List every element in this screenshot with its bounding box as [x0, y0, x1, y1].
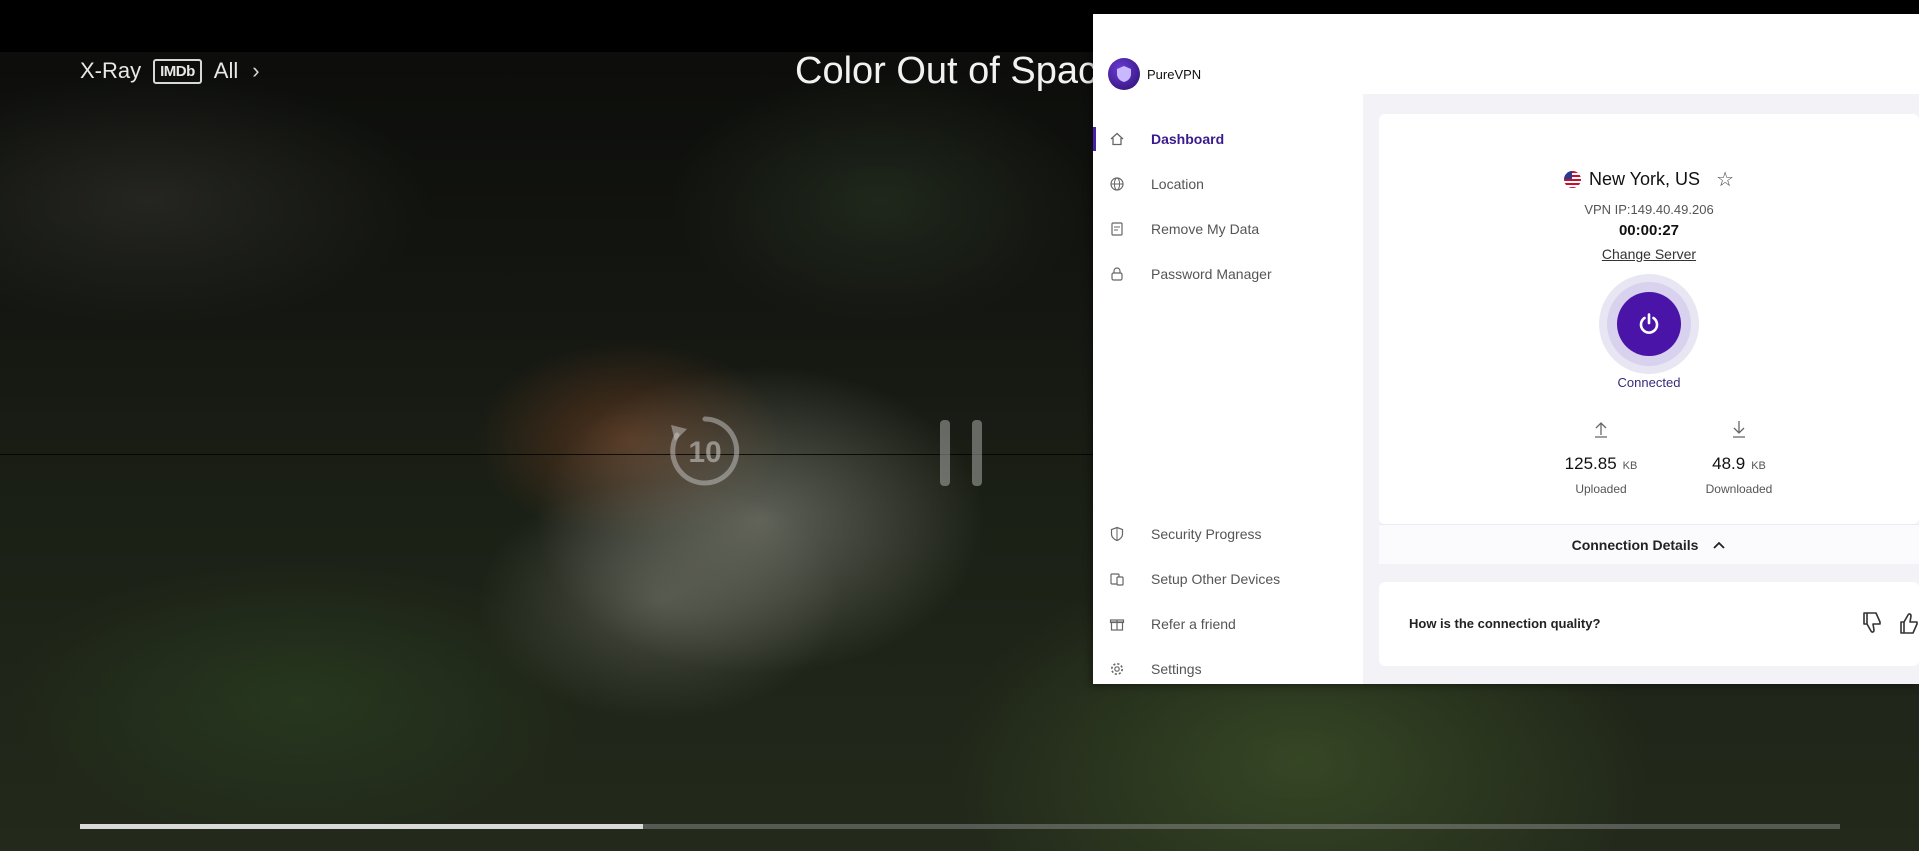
sidebar-item-remove-my-data[interactable]: Remove My Data	[1093, 211, 1363, 247]
sidebar-item-label: Security Progress	[1151, 526, 1262, 542]
favorite-star-icon[interactable]: ☆	[1716, 167, 1734, 192]
globe-icon	[1110, 177, 1124, 191]
connection-quality-question: How is the connection quality?	[1409, 616, 1601, 631]
vpn-sidebar: Dashboard Location Remove My Data Passwo…	[1093, 104, 1363, 684]
sidebar-item-password-manager[interactable]: Password Manager	[1093, 256, 1363, 292]
sidebar-item-setup-other-devices[interactable]: Setup Other Devices	[1093, 561, 1363, 597]
downloaded-label: Downloaded	[1705, 482, 1773, 496]
upload-arrow-icon	[1541, 420, 1661, 440]
xray-all-label: All	[213, 58, 239, 83]
sidebar-item-label: Refer a friend	[1151, 616, 1236, 632]
sidebar-item-security-progress[interactable]: Security Progress	[1093, 516, 1363, 552]
power-icon	[1639, 313, 1659, 334]
shield-icon	[1110, 526, 1124, 542]
sidebar-item-label: Password Manager	[1151, 266, 1272, 282]
download-arrow-icon	[1679, 420, 1799, 440]
uploaded-unit: KB	[1622, 460, 1638, 472]
downloaded-value: 48.9	[1712, 454, 1746, 473]
purevpn-window: PureVPN Dashboard Location Remove My Dat…	[1093, 14, 1919, 684]
vpn-logo: PureVPN	[1108, 58, 1201, 90]
sidebar-item-label: Location	[1151, 176, 1204, 192]
gear-icon	[1111, 663, 1123, 675]
chevron-right-icon: ›	[252, 58, 260, 83]
sidebar-item-label: Dashboard	[1151, 131, 1225, 147]
uploaded-value: 125.85	[1564, 454, 1617, 473]
connection-card: New York, US ☆ VPN IP:149.40.49.206 00:0…	[1379, 114, 1919, 524]
xray-panel-toggle[interactable]: X-Ray IMDb All ›	[80, 58, 260, 84]
sidebar-item-label: Settings	[1151, 661, 1202, 677]
connection-timer: 00:00:27	[1618, 222, 1680, 239]
playback-progress-bar[interactable]	[80, 824, 1840, 829]
xray-label: X-Ray	[80, 58, 142, 83]
uploaded-label: Uploaded	[1575, 482, 1627, 496]
connection-details-toggle[interactable]: Connection Details	[1379, 524, 1919, 564]
vpn-dashboard: New York, US ☆ VPN IP:149.40.49.206 00:0…	[1363, 94, 1919, 684]
upload-stat: 125.85 KB Uploaded	[1541, 420, 1661, 496]
lock-icon	[1111, 267, 1123, 281]
sidebar-item-location[interactable]: Location	[1093, 166, 1363, 202]
vpn-ip: VPN IP:149.40.49.206	[1584, 202, 1714, 217]
server-location: New York, US ☆	[1379, 167, 1919, 192]
video-title: Color Out of Spac	[795, 50, 1098, 92]
gift-icon	[1109, 619, 1125, 631]
us-flag-icon	[1564, 171, 1581, 188]
rewind-icon: 10	[670, 416, 740, 486]
thumbs-up-icon[interactable]	[1897, 610, 1919, 636]
downloaded-unit: KB	[1751, 460, 1766, 472]
download-stat: 48.9 KB Downloaded	[1679, 420, 1799, 496]
pause-icon	[940, 420, 950, 486]
vpn-header: PureVPN	[1093, 14, 1919, 104]
sidebar-item-settings[interactable]: Settings	[1093, 651, 1363, 687]
chevron-up-icon	[1713, 541, 1726, 549]
sidebar-item-dashboard[interactable]: Dashboard	[1093, 121, 1363, 157]
imdb-badge: IMDb	[153, 58, 202, 84]
vpn-brand-name: PureVPN	[1147, 66, 1202, 82]
purevpn-logo-icon	[1108, 58, 1140, 90]
change-server-link[interactable]: Change Server	[1379, 246, 1919, 262]
connection-status: Connected	[1617, 375, 1681, 390]
sidebar-item-label: Remove My Data	[1151, 221, 1260, 237]
pause-button[interactable]	[940, 420, 982, 486]
home-icon	[1110, 132, 1124, 146]
divider	[0, 454, 1095, 455]
sidebar-item-label: Setup Other Devices	[1151, 571, 1281, 587]
connection-details-label: Connection Details	[1571, 536, 1699, 553]
document-icon	[1111, 222, 1123, 236]
rewind-seconds: 10	[688, 436, 721, 469]
rewind-10-button[interactable]: 10	[665, 411, 745, 491]
thumbs-down-icon[interactable]	[1860, 610, 1886, 636]
power-button-halo	[1599, 274, 1699, 374]
power-button[interactable]	[1617, 292, 1681, 356]
server-location-name: New York, US	[1589, 169, 1701, 189]
devices-icon	[1110, 573, 1124, 586]
sidebar-item-refer-a-friend[interactable]: Refer a friend	[1093, 606, 1363, 642]
playback-progress-fill	[80, 824, 644, 829]
connection-quality-card: How is the connection quality?	[1379, 582, 1919, 666]
